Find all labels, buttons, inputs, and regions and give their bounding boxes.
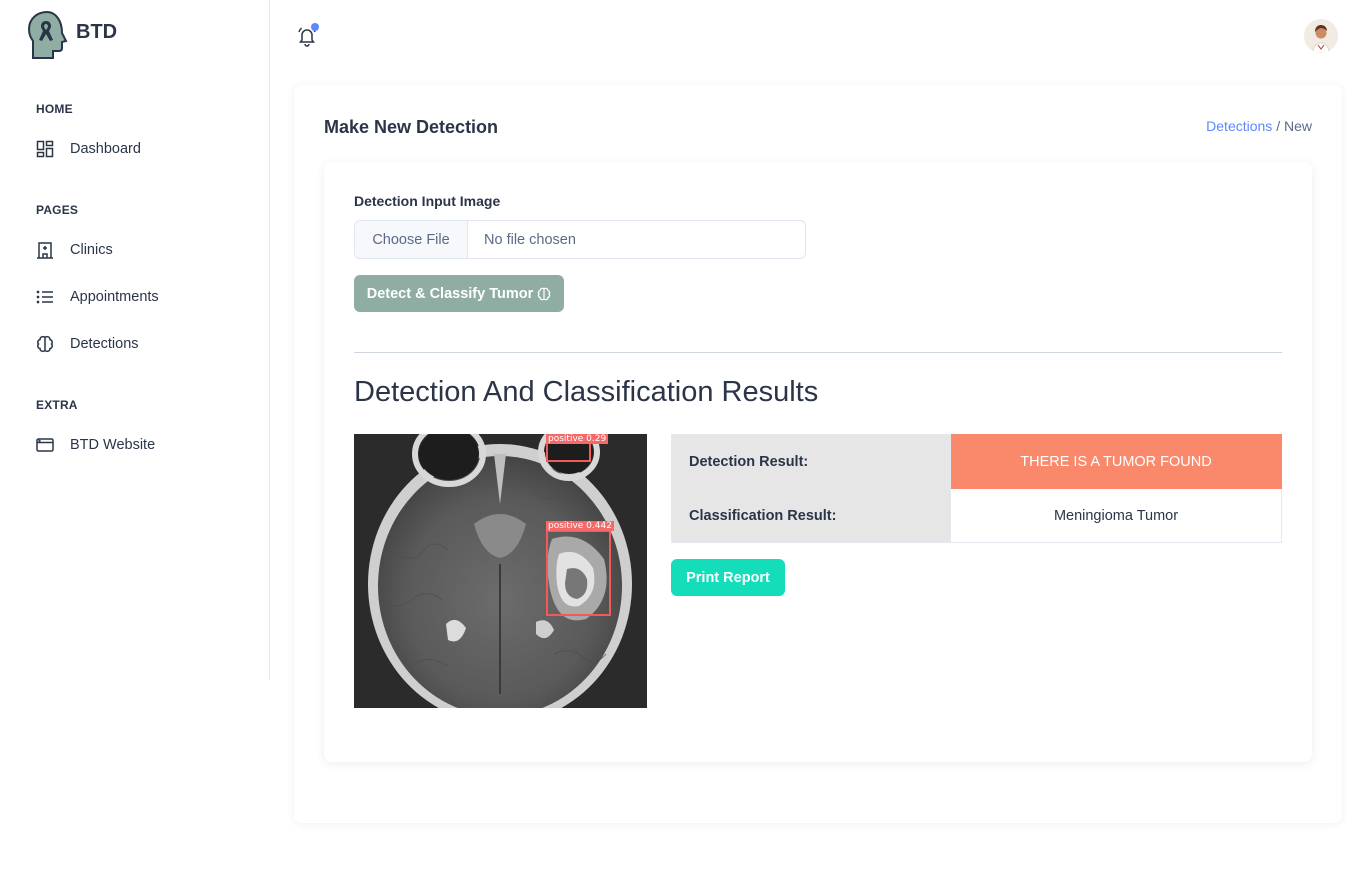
detection-card: Detection Input Image Choose File No fil…: [324, 162, 1312, 762]
sidebar-item-btd-website[interactable]: BTD Website: [36, 433, 155, 457]
table-row: Classification Result: Meningioma Tumor: [671, 488, 1282, 543]
sidebar-item-label: Dashboard: [70, 141, 141, 157]
detection-box-label-1: positive 0.29: [546, 434, 609, 444]
sidebar-item-label: Detections: [70, 336, 139, 352]
list-icon: [36, 288, 54, 306]
sidebar-item-appointments[interactable]: Appointments: [36, 285, 159, 309]
detection-box-1: [546, 441, 591, 462]
dashboard-icon: [36, 140, 54, 158]
sidebar-item-dashboard[interactable]: Dashboard: [36, 137, 141, 161]
detection-box-label-2: positive 0.442: [546, 521, 614, 531]
classification-result-value: Meningioma Tumor: [950, 488, 1282, 543]
brand-name: BTD: [76, 20, 118, 43]
print-report-button[interactable]: Print Report: [671, 559, 785, 596]
breadcrumb: Detections / New: [1206, 118, 1312, 134]
detection-result-key: Detection Result:: [671, 434, 951, 489]
breadcrumb-separator: /: [1272, 118, 1284, 134]
sidebar-item-label: BTD Website: [70, 437, 156, 453]
input-image-label: Detection Input Image: [354, 193, 501, 209]
notification-dot: [311, 23, 319, 31]
brain-icon: [36, 335, 54, 353]
brand[interactable]: BTD: [26, 9, 117, 61]
file-input[interactable]: Choose File No file chosen: [354, 220, 806, 259]
breadcrumb-link-detections[interactable]: Detections: [1206, 118, 1272, 134]
browser-icon: [36, 436, 54, 454]
results-table: Detection Result: THERE IS A TUMOR FOUND…: [671, 434, 1282, 543]
sidebar-item-label: Clinics: [70, 242, 113, 258]
avatar-icon: [1304, 19, 1338, 53]
classification-result-key: Classification Result:: [671, 488, 951, 543]
nav-section-pages: PAGES: [36, 203, 79, 217]
detect-button-label: Detect & Classify Tumor: [366, 285, 534, 302]
choose-file-button[interactable]: Choose File: [355, 221, 468, 258]
file-status: No file chosen: [484, 231, 576, 248]
notifications-button[interactable]: [296, 23, 319, 47]
mri-scan-image: positive 0.29 positive 0.442: [354, 434, 647, 708]
detection-box-2: [546, 530, 611, 616]
breadcrumb-current: New: [1283, 118, 1312, 134]
sidebar-item-detections[interactable]: Detections: [36, 332, 139, 356]
page-title: Make New Detection: [324, 117, 499, 137]
results-title: Detection And Classification Results: [354, 376, 819, 408]
user-avatar[interactable]: [1304, 19, 1338, 53]
section-divider: [354, 352, 1282, 353]
nav-section-home: HOME: [36, 102, 73, 116]
sidebar: BTD HOME Dashboard PAGES Clinics Appoint…: [0, 0, 270, 680]
sidebar-item-label: Appointments: [70, 289, 159, 305]
detection-result-value: THERE IS A TUMOR FOUND: [950, 434, 1282, 489]
building-icon: [36, 241, 54, 259]
main-card: Make New Detection Detections / New Dete…: [294, 85, 1342, 823]
brain-icon: [538, 287, 551, 300]
nav-section-extra: EXTRA: [36, 398, 78, 412]
sidebar-item-clinics[interactable]: Clinics: [36, 238, 113, 262]
table-row: Detection Result: THERE IS A TUMOR FOUND: [671, 434, 1282, 489]
head-ribbon-logo-icon: [27, 10, 68, 59]
detect-classify-button[interactable]: Detect & Classify Tumor: [354, 275, 564, 312]
